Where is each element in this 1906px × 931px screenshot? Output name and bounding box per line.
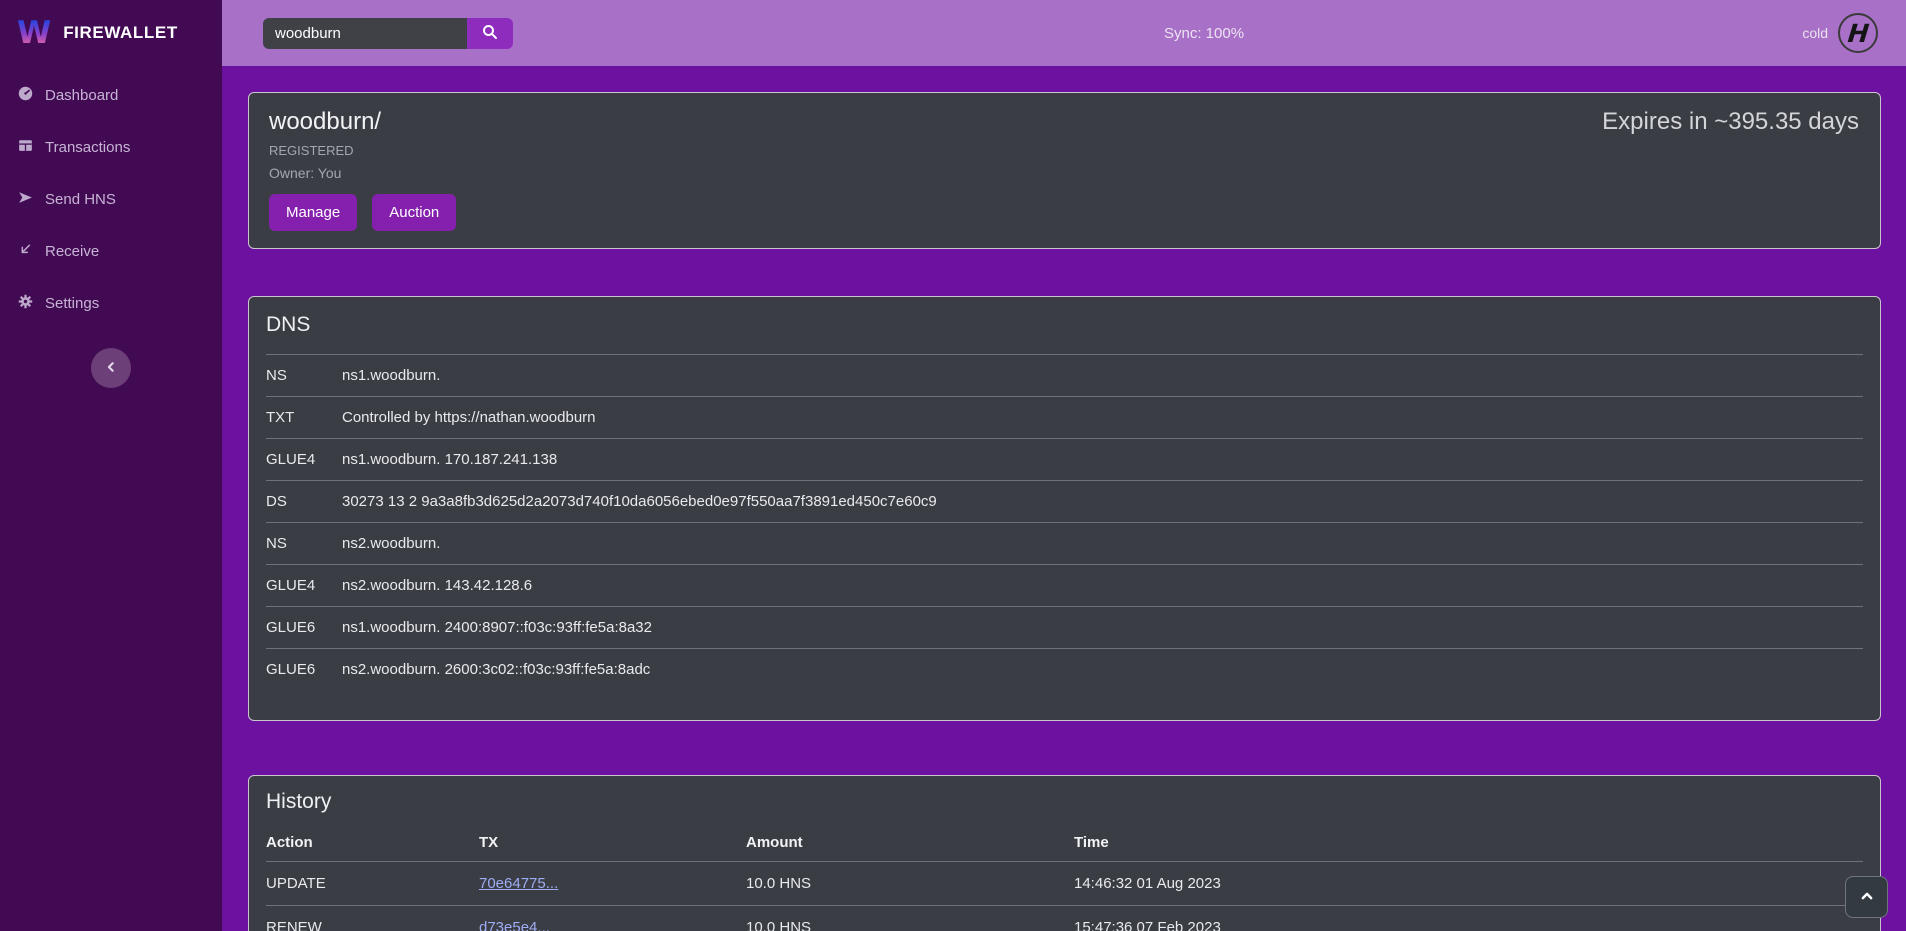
dns-record-row: TXT Controlled by https://nathan.woodbur… — [266, 397, 1863, 439]
history-action: RENEW — [266, 906, 479, 931]
search-input[interactable] — [263, 18, 467, 49]
dns-record-value: ns2.woodburn. — [342, 523, 1863, 565]
dns-record-row: GLUE6 ns1.woodburn. 2400:8907::f03c:93ff… — [266, 607, 1863, 649]
handshake-icon: H — [1838, 13, 1878, 53]
search-group — [263, 18, 513, 49]
dns-record-row: GLUE4 ns2.woodburn. 143.42.128.6 — [266, 565, 1863, 607]
sidebar-item-dashboard[interactable]: Dashboard — [0, 69, 222, 121]
history-action: UPDATE — [266, 862, 479, 906]
dashboard-icon — [17, 85, 34, 106]
dns-record-value: ns2.woodburn. 143.42.128.6 — [342, 565, 1863, 607]
chevron-up-icon — [1857, 886, 1877, 909]
dns-record-value: 30273 13 2 9a3a8fb3d625d2a2073d740f10da6… — [342, 481, 1863, 523]
dns-record-row: NS ns2.woodburn. — [266, 523, 1863, 565]
sidebar-item-label: Transactions — [45, 139, 130, 156]
tx-link[interactable]: d73e5e4... — [479, 919, 550, 931]
transactions-icon — [17, 137, 34, 158]
dns-record-row: GLUE4 ns1.woodburn. 170.187.241.138 — [266, 439, 1863, 481]
sidebar-item-transactions[interactable]: Transactions — [0, 121, 222, 173]
search-icon — [481, 23, 499, 44]
dns-record-type: GLUE6 — [266, 607, 342, 649]
expires-label: Expires in ~395.35 days — [1602, 108, 1859, 136]
sidebar-item-settings[interactable]: Settings — [0, 277, 222, 329]
sidebar-item-label: Settings — [45, 295, 99, 312]
sidebar-item-label: Dashboard — [45, 87, 118, 104]
receive-icon — [17, 241, 34, 262]
history-row: RENEW d73e5e4... 10.0 HNS 15:47:36 07 Fe… — [266, 906, 1863, 931]
dns-record-value: ns1.woodburn. 170.187.241.138 — [342, 439, 1863, 481]
dns-card: DNS NS ns1.woodburn. TXT Controlled by h… — [248, 296, 1881, 721]
search-button[interactable] — [467, 18, 513, 49]
dns-record-value: ns1.woodburn. 2400:8907::f03c:93ff:fe5a:… — [342, 607, 1863, 649]
owner-label: Owner: You — [269, 165, 1860, 181]
scroll-to-top-button[interactable] — [1845, 876, 1888, 918]
wallet-name: cold — [1802, 25, 1828, 41]
dns-record-row: GLUE6 ns2.woodburn. 2600:3c02::f03c:93ff… — [266, 649, 1863, 691]
send-icon — [17, 189, 34, 210]
sidebar-item-send-hns[interactable]: Send HNS — [0, 173, 222, 225]
dns-record-row: NS ns1.woodburn. — [266, 355, 1863, 397]
brand: W FIREWALLET — [0, 0, 222, 66]
history-time: 14:46:32 01 Aug 2023 — [1074, 862, 1863, 906]
dns-record-type: GLUE4 — [266, 565, 342, 607]
history-time: 15:47:36 07 Feb 2023 — [1074, 906, 1863, 931]
gear-icon — [17, 293, 34, 314]
dns-record-value: Controlled by https://nathan.woodburn — [342, 397, 1863, 439]
history-amount: 10.0 HNS — [746, 906, 1074, 931]
chevron-left-icon — [101, 357, 121, 380]
history-card: History Action TX Amount Time UPDATE 70e… — [248, 775, 1881, 931]
dns-record-type: NS — [266, 523, 342, 565]
sidebar-collapse-button[interactable] — [91, 348, 131, 388]
history-header-row: Action TX Amount Time — [266, 822, 1863, 862]
sidebar-item-label: Send HNS — [45, 191, 116, 208]
dns-record-row: DS 30273 13 2 9a3a8fb3d625d2a2073d740f10… — [266, 481, 1863, 523]
history-col-tx: TX — [479, 822, 746, 862]
dns-record-type: GLUE4 — [266, 439, 342, 481]
history-table: Action TX Amount Time UPDATE 70e64775...… — [266, 822, 1863, 931]
history-title: History — [266, 790, 1863, 814]
brand-name: FIREWALLET — [63, 23, 178, 43]
sync-status: Sync: 100% — [1164, 25, 1244, 42]
dns-record-value: ns1.woodburn. — [342, 355, 1863, 397]
tx-link[interactable]: 70e64775... — [479, 875, 558, 892]
dns-record-type: GLUE6 — [266, 649, 342, 691]
sidebar: W FIREWALLET Dashboard Transacti — [0, 0, 222, 931]
sidebar-item-receive[interactable]: Receive — [0, 225, 222, 277]
auction-button[interactable]: Auction — [372, 194, 456, 231]
history-col-time: Time — [1074, 822, 1863, 862]
dns-record-type: DS — [266, 481, 342, 523]
dns-record-type: NS — [266, 355, 342, 397]
manage-button[interactable]: Manage — [269, 194, 357, 231]
dns-record-value: ns2.woodburn. 2600:3c02::f03c:93ff:fe5a:… — [342, 649, 1863, 691]
dns-title: DNS — [266, 313, 1863, 337]
history-col-action: Action — [266, 822, 479, 862]
history-row: UPDATE 70e64775... 10.0 HNS 14:46:32 01 … — [266, 862, 1863, 906]
wallet-selector[interactable]: cold H — [1802, 13, 1878, 53]
dns-table: NS ns1.woodburn. TXT Controlled by https… — [266, 354, 1863, 690]
history-col-amount: Amount — [746, 822, 1074, 862]
firewallet-logo-icon: W — [17, 18, 51, 49]
dns-record-type: TXT — [266, 397, 342, 439]
domain-card: woodburn/ REGISTERED Owner: You Manage A… — [248, 92, 1881, 249]
status-badge: REGISTERED — [269, 143, 1860, 158]
history-amount: 10.0 HNS — [746, 862, 1074, 906]
topbar: Sync: 100% cold H — [222, 0, 1906, 66]
domain-actions: Manage Auction — [269, 194, 1860, 231]
sidebar-item-label: Receive — [45, 243, 99, 260]
sidebar-nav: Dashboard Transactions Send HNS — [0, 66, 222, 329]
main-content: woodburn/ REGISTERED Owner: You Manage A… — [222, 66, 1906, 931]
